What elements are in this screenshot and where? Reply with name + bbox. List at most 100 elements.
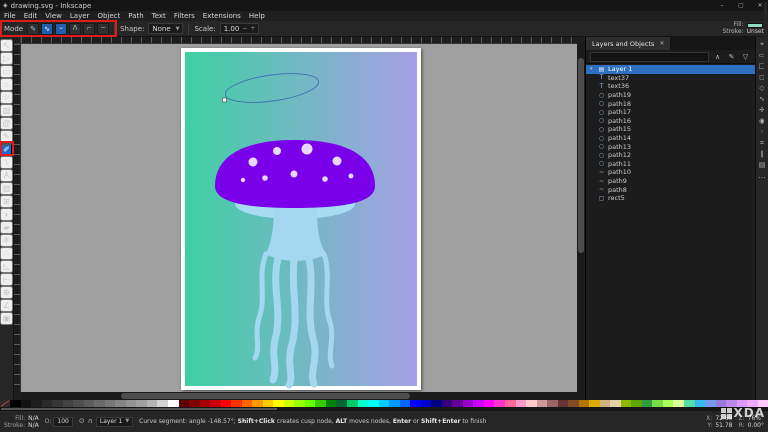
gradient-tool[interactable]: ▥ <box>0 182 13 195</box>
no-color-swatch[interactable] <box>0 400 10 407</box>
color-swatch[interactable] <box>146 400 158 407</box>
blend-mode-dropdown[interactable] <box>590 51 709 62</box>
expander-icon[interactable]: ▾ <box>590 66 595 72</box>
color-swatch[interactable] <box>294 400 305 407</box>
tweak-tool[interactable]: ※ <box>0 234 13 247</box>
color-swatch[interactable] <box>684 400 695 407</box>
color-swatch[interactable] <box>104 400 116 407</box>
menu-item[interactable]: Extensions <box>199 12 245 20</box>
color-swatch[interactable] <box>410 400 421 407</box>
color-swatch[interactable] <box>357 400 369 407</box>
color-swatch[interactable] <box>599 400 611 407</box>
rectangle-tool[interactable]: ▭ <box>0 65 13 78</box>
layer-tree-row[interactable]: ~ path8 <box>586 185 755 194</box>
spiral-tool[interactable]: @ <box>0 117 13 130</box>
color-swatch[interactable] <box>526 400 537 407</box>
scale-spinbox[interactable]: 1.00 − + <box>219 23 260 34</box>
color-swatch[interactable] <box>378 400 390 407</box>
text-tool[interactable]: A <box>0 169 13 182</box>
color-swatch[interactable] <box>73 400 84 407</box>
measure-tool[interactable]: ∠ <box>0 299 13 312</box>
color-swatch[interactable] <box>136 400 147 407</box>
layer-tree-row[interactable]: ○ path11 <box>586 160 755 169</box>
color-swatch[interactable] <box>283 400 295 407</box>
color-swatch[interactable] <box>705 400 716 407</box>
color-swatch[interactable] <box>167 400 179 407</box>
layer-tree-row[interactable]: ○ path16 <box>586 117 755 126</box>
shape-dropdown[interactable]: None ▼ <box>148 23 184 34</box>
color-swatch[interactable] <box>83 400 95 407</box>
menu-item[interactable]: Filters <box>170 12 199 20</box>
color-swatch[interactable] <box>557 400 569 407</box>
palette-scrollbar[interactable] <box>0 407 768 410</box>
menu-item[interactable]: Object <box>93 12 124 20</box>
pen-mode-bspline-button[interactable]: ⌣ <box>55 22 68 35</box>
eraser-tool[interactable]: ◺ <box>0 260 13 273</box>
color-swatch[interactable] <box>157 400 168 407</box>
canvas[interactable] <box>21 44 577 392</box>
color-swatch[interactable] <box>262 400 274 407</box>
collapse-all-icon[interactable]: ∧ <box>712 53 723 61</box>
color-swatch[interactable] <box>389 400 400 407</box>
pen-mode-straight-lines-button[interactable]: Λ <box>69 22 82 35</box>
color-swatch[interactable] <box>504 400 516 407</box>
layer-tree-row[interactable]: ○ path18 <box>586 99 755 108</box>
color-swatch[interactable] <box>125 400 137 407</box>
node-tool[interactable]: ▷ <box>0 52 13 65</box>
connector-tool[interactable]: ⊢ <box>0 273 13 286</box>
vscroll-thumb[interactable] <box>578 57 584 253</box>
layer-tree-row[interactable]: ~ path10 <box>586 168 755 177</box>
paint-bucket-tool[interactable]: ▰ <box>0 221 13 234</box>
opacity-spinbox[interactable]: 100 <box>53 416 73 427</box>
scale-decrement-button[interactable]: − <box>242 25 247 32</box>
pages-tool[interactable]: ▣ <box>0 312 13 325</box>
color-swatch[interactable] <box>515 400 527 407</box>
color-swatch[interactable] <box>220 400 232 407</box>
color-swatch[interactable] <box>652 400 663 407</box>
layer-tree-row[interactable]: ○ path17 <box>586 108 755 117</box>
color-swatch[interactable] <box>568 400 579 407</box>
color-swatch[interactable] <box>20 400 32 407</box>
color-swatch[interactable] <box>10 400 21 407</box>
pen-mode-lpe-button[interactable]: ~ <box>97 22 110 35</box>
document-page[interactable] <box>181 48 421 390</box>
fill-color-swatch[interactable] <box>746 22 763 28</box>
color-swatch[interactable] <box>662 400 674 407</box>
color-swatch[interactable] <box>273 400 284 407</box>
color-swatch[interactable] <box>241 400 253 407</box>
color-swatch[interactable] <box>441 400 453 407</box>
color-swatch[interactable] <box>210 400 221 407</box>
color-swatch[interactable] <box>336 400 347 407</box>
color-swatch[interactable] <box>368 400 379 407</box>
color-swatch[interactable] <box>31 400 42 407</box>
color-swatch[interactable] <box>315 400 326 407</box>
color-swatch[interactable] <box>304 400 316 407</box>
menu-item[interactable]: Text <box>148 12 170 20</box>
color-swatch[interactable] <box>483 400 495 407</box>
color-swatch[interactable] <box>452 400 463 407</box>
canvas-vertical-scrollbar[interactable] <box>577 44 585 392</box>
color-swatch[interactable] <box>347 400 358 407</box>
zoom-tool[interactable]: ⊕ <box>0 286 13 299</box>
color-swatch[interactable] <box>610 400 621 407</box>
color-swatch[interactable] <box>399 400 411 407</box>
scale-increment-button[interactable]: + <box>250 25 255 32</box>
spray-tool[interactable]: ∴ <box>0 247 13 260</box>
mushroom-stem[interactable] <box>266 208 326 261</box>
color-swatch[interactable] <box>578 400 590 407</box>
pen-mode-spiro-button[interactable]: ∿ <box>41 22 54 35</box>
color-swatch[interactable] <box>178 400 190 407</box>
calligraphy-tool[interactable]: \ <box>0 156 13 169</box>
color-swatch[interactable] <box>52 400 63 407</box>
selector-tool[interactable]: ↖ <box>0 39 13 52</box>
snap-settings-icon[interactable]: … <box>759 172 766 180</box>
color-swatch[interactable] <box>536 400 548 407</box>
color-swatch[interactable] <box>231 400 242 407</box>
layer-visibility-eye-icon[interactable]: ⊙ <box>79 418 85 425</box>
layer-tree-row[interactable]: ○ path13 <box>586 142 755 151</box>
color-swatch[interactable] <box>462 400 474 407</box>
color-swatch[interactable] <box>252 400 263 407</box>
color-swatch[interactable] <box>189 400 200 407</box>
layer-lock-icon[interactable]: ∩ <box>88 418 93 425</box>
pen-mode-paraxial-button[interactable]: ⌐ <box>83 22 96 35</box>
